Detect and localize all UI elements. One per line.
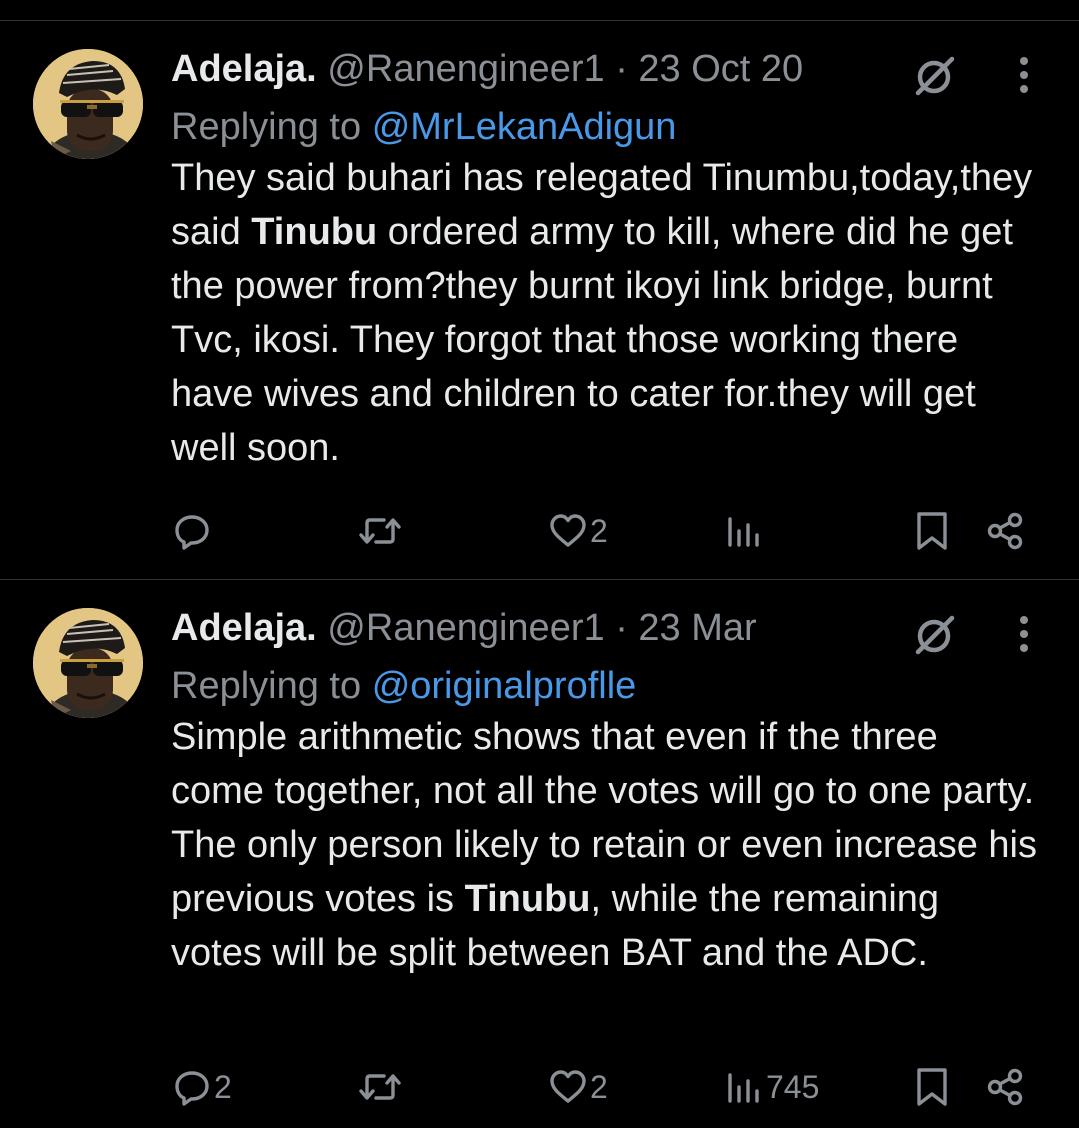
tweet-content: Adelaja. @Ranengineer1 · 23 Oct 20 Reply… [171,47,1039,475]
repost-icon [359,518,401,544]
reply-button[interactable]: 2 [172,1062,232,1112]
grok-icon[interactable] [910,51,958,99]
views-icon [728,1073,759,1103]
separator-dot: · [615,607,628,649]
author-handle[interactable]: @Ranengineer1 [327,48,604,90]
tweet-header: Adelaja. @Ranengineer1 · 23 Oct 20 [171,47,1039,91]
like-count: 2 [590,1068,608,1105]
avatar[interactable] [33,49,143,159]
avatar-image [33,608,143,718]
repost-button[interactable] [358,1062,404,1112]
tweet-header: Adelaja. @Ranengineer1 · 23 Mar [171,606,1039,650]
views-button[interactable]: 745 [724,1062,819,1112]
tweet-date[interactable]: 23 Oct 20 [638,48,803,90]
replying-to-prefix: Replying to [171,106,362,148]
share-button[interactable] [986,1062,1026,1112]
replying-to-line: Replying to @MrLekanAdigun [171,105,1039,149]
tweet-text-highlight: Tinubu [251,211,378,253]
bookmark-icon [917,512,947,550]
like-count: 2 [590,512,608,549]
separator-dot: · [615,48,628,90]
author-name[interactable]: Adelaja. [171,607,317,649]
tweet-text: Simple arithmetic shows that even if the… [171,710,1039,980]
like-button[interactable]: 2 [548,1062,608,1112]
replying-to-mention[interactable]: @MrLekanAdigun [372,106,677,148]
share-icon [987,512,1023,550]
bookmark-button[interactable] [912,506,952,556]
reply-button[interactable] [172,506,214,556]
tweet-card[interactable]: Adelaja. @Ranengineer1 · 23 Oct 20 Reply… [0,21,1079,579]
like-icon [550,514,586,547]
tweet-text-highlight: Tinubu [464,878,591,920]
author-handle[interactable]: @Ranengineer1 [327,607,604,649]
avatar-image [33,49,143,159]
views-button[interactable] [724,506,766,556]
more-icon[interactable] [1014,53,1034,97]
reply-count: 2 [214,1068,232,1105]
action-bar: 2 2 745 [0,1062,1079,1112]
more-icon[interactable] [1014,612,1034,656]
bookmark-icon [917,1068,947,1106]
like-button[interactable]: 2 [548,506,608,556]
views-icon [728,517,759,547]
tweet-card[interactable]: Adelaja. @Ranengineer1 · 23 Mar Replying… [0,580,1079,1128]
avatar[interactable] [33,608,143,718]
share-button[interactable] [986,506,1026,556]
reply-icon [175,515,209,550]
action-bar: 2 [0,506,1079,556]
bookmark-button[interactable] [912,1062,952,1112]
tweet-text: They said buhari has relegated Tinumbu,t… [171,151,1039,475]
grok-icon[interactable] [910,610,958,658]
repost-button[interactable] [358,506,404,556]
share-icon [987,1068,1023,1106]
replying-to-prefix: Replying to [171,665,362,707]
tweet-date[interactable]: 23 Mar [638,607,756,649]
repost-icon [359,1074,401,1100]
like-icon [550,1070,586,1103]
author-name[interactable]: Adelaja. [171,48,317,90]
replying-to-mention[interactable]: @originalproflle [372,665,637,707]
views-count: 745 [766,1068,820,1105]
tweet-content: Adelaja. @Ranengineer1 · 23 Mar Replying… [171,606,1039,980]
reply-icon [175,1071,209,1106]
replying-to-line: Replying to @originalproflle [171,664,1039,708]
